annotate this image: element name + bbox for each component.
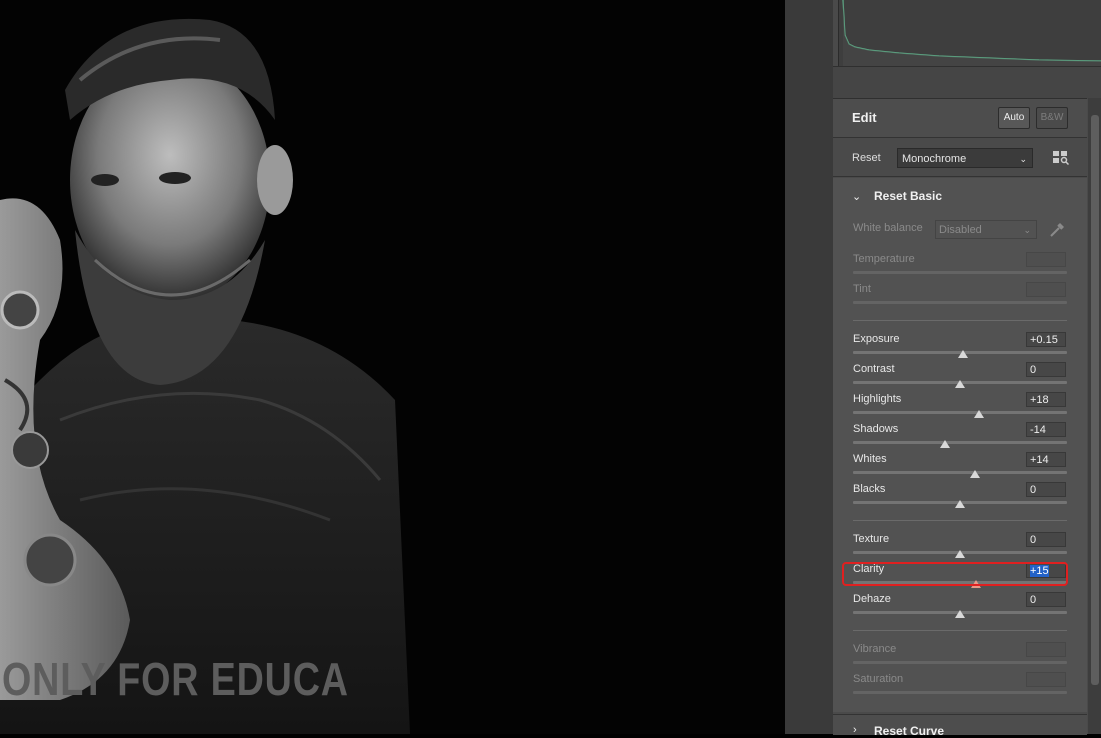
- highlights-label: Highlights: [853, 393, 902, 405]
- saturation-slider: [853, 691, 1067, 694]
- contrast-input[interactable]: 0: [1026, 362, 1066, 377]
- contrast-label: Contrast: [853, 363, 895, 375]
- tint-value: [1026, 282, 1066, 297]
- texture-label: Texture: [853, 533, 890, 545]
- blacks-slider-thumb[interactable]: [955, 500, 965, 508]
- whites-slider[interactable]: [853, 471, 1067, 474]
- divider: [853, 630, 1067, 631]
- tint-slider: [853, 301, 1067, 304]
- chevron-down-icon: ⌄: [1019, 154, 1027, 164]
- curve-section-header[interactable]: [833, 714, 1087, 735]
- exposure-label: Exposure: [853, 333, 900, 345]
- white-balance-select[interactable]: Disabled ⌄: [935, 220, 1037, 239]
- whites-label: Whites: [853, 453, 887, 465]
- dehaze-input[interactable]: 0: [1026, 592, 1066, 607]
- vibrance-label: Vibrance: [853, 643, 897, 655]
- shadows-input[interactable]: -14: [1026, 422, 1066, 437]
- curve-section-label[interactable]: Reset Curve: [874, 724, 944, 738]
- texture-slider-thumb[interactable]: [955, 550, 965, 558]
- eyedropper-icon[interactable]: [1048, 221, 1066, 239]
- panel-gutter: [785, 0, 833, 734]
- auto-button[interactable]: Auto: [998, 107, 1030, 129]
- portrait-photo: [0, 18, 410, 734]
- collapse-chevron-icon[interactable]: ⌄: [852, 190, 861, 203]
- edit-title: Edit: [852, 110, 877, 125]
- basic-section-header[interactable]: Reset Basic: [874, 189, 942, 203]
- shadows-slider[interactable]: [853, 441, 1067, 444]
- white-balance-value: Disabled: [939, 224, 982, 236]
- profile-reset-label[interactable]: Reset: [852, 152, 881, 164]
- vibrance-value: [1026, 642, 1066, 657]
- tint-label: Tint: [853, 283, 871, 295]
- profile-select[interactable]: Monochrome ⌄: [897, 148, 1033, 168]
- highlights-slider-thumb[interactable]: [974, 410, 984, 418]
- image-canvas[interactable]: ONLY FOR EDUCA: [0, 0, 785, 734]
- watermark-text: ONLY FOR EDUCA: [2, 653, 349, 705]
- highlights-slider[interactable]: [853, 411, 1067, 414]
- profile-select-value: Monochrome: [902, 153, 967, 165]
- whites-input[interactable]: +14: [1026, 452, 1066, 467]
- divider: [853, 320, 1067, 321]
- temperature-label: Temperature: [853, 253, 915, 265]
- dehaze-slider-thumb[interactable]: [955, 610, 965, 618]
- divider: [853, 520, 1067, 521]
- exposure-input[interactable]: +0.15: [1026, 332, 1066, 347]
- saturation-value: [1026, 672, 1066, 687]
- chevron-right-icon[interactable]: ›: [853, 724, 857, 736]
- bw-button[interactable]: B&W: [1036, 107, 1068, 129]
- blacks-input[interactable]: 0: [1026, 482, 1066, 497]
- profile-browser-icon[interactable]: [1053, 151, 1069, 165]
- dehaze-label: Dehaze: [853, 593, 891, 605]
- texture-input[interactable]: 0: [1026, 532, 1066, 547]
- white-balance-label: White balance: [853, 222, 923, 234]
- whites-slider-thumb[interactable]: [970, 470, 980, 478]
- highlights-input[interactable]: +18: [1026, 392, 1066, 407]
- temperature-value: [1026, 252, 1066, 267]
- shadows-slider-thumb[interactable]: [940, 440, 950, 448]
- saturation-label: Saturation: [853, 673, 904, 685]
- histogram-footer: [833, 66, 1101, 99]
- exposure-slider-thumb[interactable]: [958, 350, 968, 358]
- vibrance-slider: [853, 661, 1067, 664]
- temperature-slider: [853, 271, 1067, 274]
- chevron-down-icon: ⌄: [1023, 225, 1031, 235]
- histogram: [838, 0, 1101, 67]
- contrast-slider-thumb[interactable]: [955, 380, 965, 388]
- scrollbar-thumb[interactable]: [1091, 115, 1099, 685]
- blacks-label: Blacks: [853, 483, 886, 495]
- shadows-label: Shadows: [853, 423, 899, 435]
- clarity-highlight-box: [842, 562, 1068, 586]
